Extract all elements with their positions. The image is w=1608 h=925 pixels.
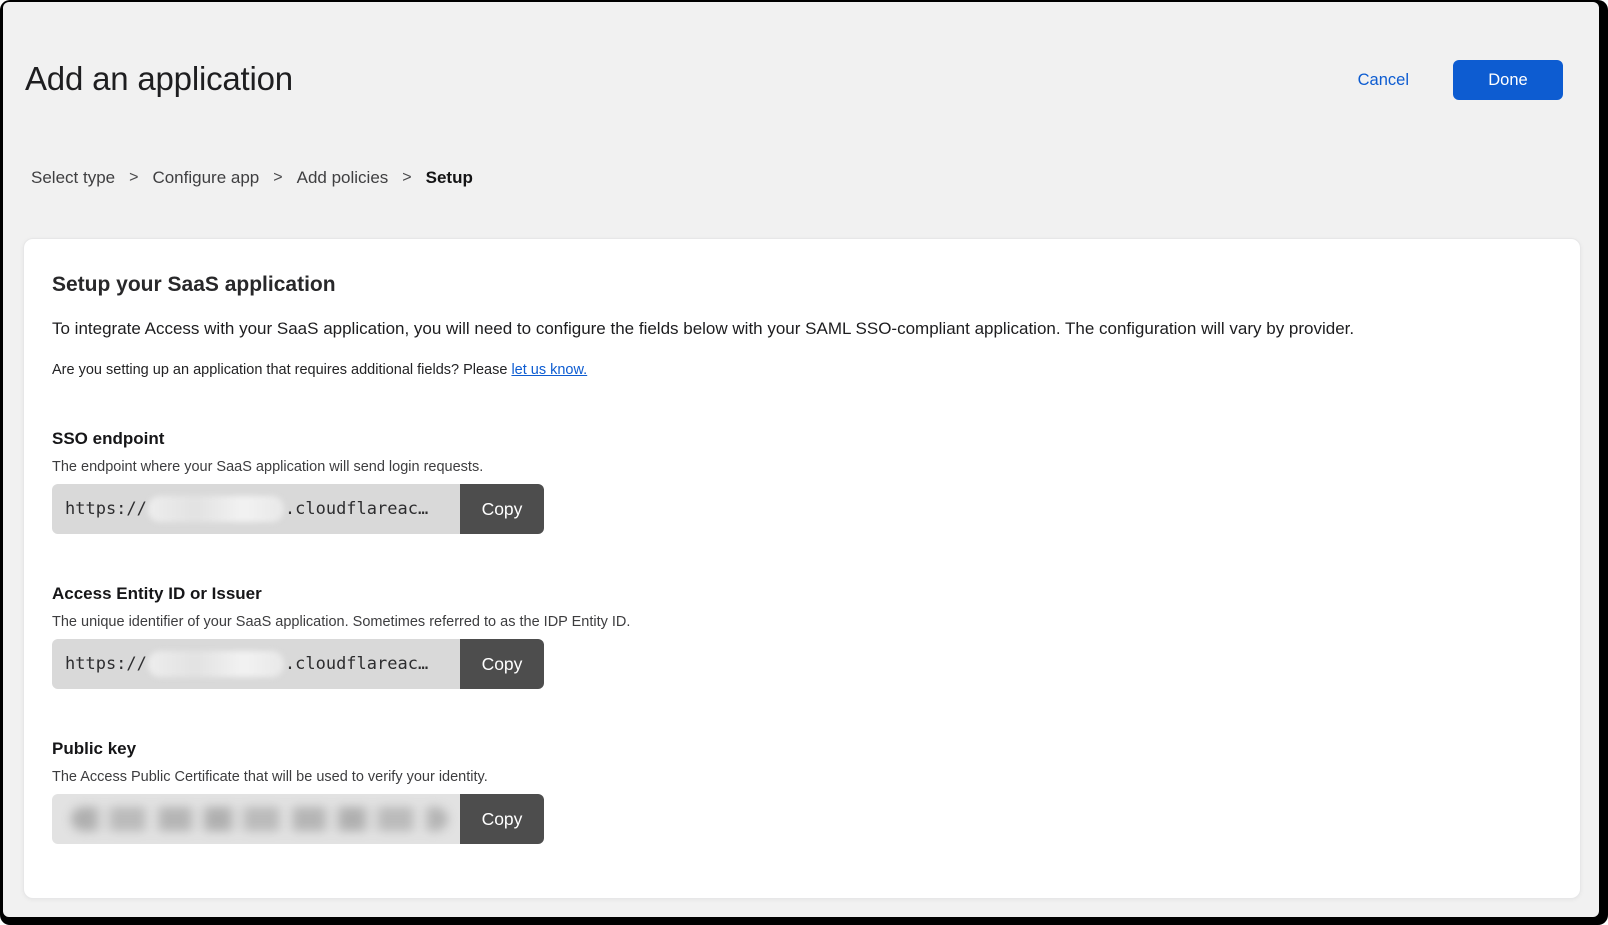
screenshot-frame: Add an application Cancel Done Select ty…	[0, 0, 1608, 925]
copy-public-key-button[interactable]: Copy	[460, 794, 544, 844]
done-button[interactable]: Done	[1453, 60, 1563, 100]
field-public-key: Public key The Access Public Certificate…	[52, 739, 1552, 844]
breadcrumb-separator: >	[273, 169, 282, 187]
header-actions: Cancel Done	[1358, 60, 1563, 100]
public-key-value-row: Copy	[52, 794, 544, 844]
cancel-button[interactable]: Cancel	[1358, 71, 1409, 90]
public-key-label: Public key	[52, 739, 1552, 759]
access-entity-id-value-row: https:// .cloudflareac… Copy	[52, 639, 544, 689]
redacted-value-segment	[71, 807, 448, 831]
access-entity-id-label: Access Entity ID or Issuer	[52, 584, 1552, 604]
value-prefix: https://	[65, 499, 147, 519]
card-intro: To integrate Access with your SaaS appli…	[52, 317, 1552, 341]
page-header: Add an application Cancel Done	[3, 2, 1599, 100]
breadcrumb-separator: >	[129, 169, 138, 187]
page-title: Add an application	[25, 58, 293, 100]
value-prefix: https://	[65, 654, 147, 674]
breadcrumb: Select type > Configure app > Add polici…	[3, 168, 1599, 188]
access-entity-id-value: https:// .cloudflareac…	[52, 639, 460, 689]
field-access-entity-id: Access Entity ID or Issuer The unique id…	[52, 584, 1552, 689]
redacted-value-segment	[148, 651, 284, 677]
sso-endpoint-description: The endpoint where your SaaS application…	[52, 459, 1552, 475]
breadcrumb-step-add-policies[interactable]: Add policies	[297, 168, 389, 188]
sso-endpoint-value-row: https:// .cloudflareac… Copy	[52, 484, 544, 534]
breadcrumb-step-setup[interactable]: Setup	[426, 168, 473, 188]
sso-endpoint-label: SSO endpoint	[52, 429, 1552, 449]
value-suffix: .cloudflareac…	[285, 654, 428, 674]
let-us-know-link[interactable]: let us know.	[511, 362, 587, 378]
card-note-text: Are you setting up an application that r…	[52, 362, 507, 378]
breadcrumb-step-select-type[interactable]: Select type	[31, 168, 115, 188]
value-suffix: .cloudflareac…	[285, 499, 428, 519]
copy-access-entity-id-button[interactable]: Copy	[460, 639, 544, 689]
setup-card: Setup your SaaS application To integrate…	[23, 238, 1581, 899]
redacted-value-segment	[148, 496, 284, 522]
public-key-value	[52, 794, 460, 844]
access-entity-id-description: The unique identifier of your SaaS appli…	[52, 614, 1552, 630]
card-note: Are you setting up an application that r…	[52, 361, 1552, 379]
copy-sso-endpoint-button[interactable]: Copy	[460, 484, 544, 534]
page: Add an application Cancel Done Select ty…	[3, 2, 1599, 917]
sso-endpoint-value: https:// .cloudflareac…	[52, 484, 460, 534]
breadcrumb-step-configure-app[interactable]: Configure app	[152, 168, 259, 188]
field-sso-endpoint: SSO endpoint The endpoint where your Saa…	[52, 429, 1552, 534]
breadcrumb-separator: >	[402, 169, 411, 187]
card-title: Setup your SaaS application	[52, 273, 1552, 297]
public-key-description: The Access Public Certificate that will …	[52, 769, 1552, 785]
